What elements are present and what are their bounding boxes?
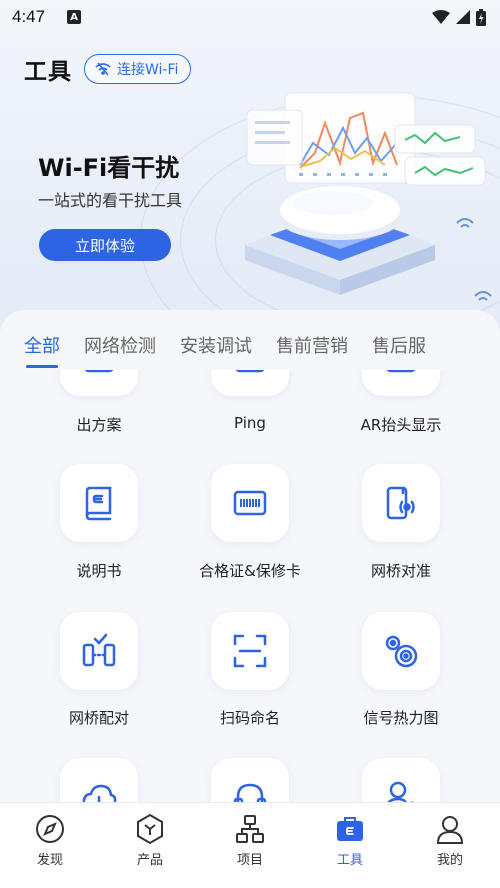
banner-subtitle: 一站式的看干扰工具	[38, 191, 183, 210]
tab-presales[interactable]: 售前营销	[276, 332, 348, 358]
category-tabs: 全部 网络检测 安装调试 售前营销 售后服	[0, 320, 500, 370]
ar-icon	[386, 370, 416, 373]
product-icon	[137, 813, 163, 845]
nav-products[interactable]: 产品	[100, 803, 200, 888]
tool-cloud[interactable]	[60, 758, 138, 802]
headset-icon	[233, 783, 267, 802]
tab-install-debug[interactable]: 安装调试	[180, 332, 252, 358]
tool-scan-name[interactable]	[211, 612, 289, 690]
app-notification-icon: A	[67, 10, 82, 24]
nav-discover[interactable]: 发现	[0, 803, 100, 888]
tab-aftersales[interactable]: 售后服	[372, 332, 426, 358]
connect-wifi-label: 连接Wi-Fi	[117, 62, 179, 78]
ping-icon	[235, 370, 265, 373]
tab-network-check[interactable]: 网络检测	[84, 332, 156, 358]
nav-label: 项目	[236, 853, 263, 868]
scan-icon	[233, 634, 267, 668]
nav-label: 工具	[336, 853, 363, 868]
tool-ping[interactable]	[211, 370, 289, 396]
tool-label: Ping	[234, 414, 266, 432]
connect-wifi-button[interactable]: 连接Wi-Fi	[84, 54, 192, 84]
active-tab-indicator	[26, 365, 58, 368]
tool-label: 网桥配对	[68, 709, 129, 727]
compass-icon	[36, 815, 64, 843]
nav-label: 我的	[436, 853, 463, 868]
cell-signal-icon	[456, 10, 470, 24]
engineer-icon	[387, 781, 415, 802]
hero-banner: 4:47 A 工具 连接Wi-Fi Wi-Fi看干扰 一站式的看干扰工具 立即体…	[0, 0, 500, 360]
plan-icon	[84, 370, 114, 373]
nav-label: 产品	[136, 853, 163, 868]
battery-icon	[476, 8, 486, 26]
tool-bridge-pair[interactable]	[60, 612, 138, 690]
page-title: 工具	[24, 59, 72, 85]
tool-engineer[interactable]	[362, 758, 440, 802]
project-icon	[236, 815, 264, 843]
tool-manual[interactable]	[60, 464, 138, 542]
wifi-off-icon	[95, 62, 111, 76]
tool-label: 扫码命名	[219, 709, 280, 727]
tool-support[interactable]	[211, 758, 289, 802]
status-bar: 4:47 A	[0, 0, 500, 34]
nav-projects[interactable]: 项目	[200, 803, 300, 888]
page-header: 工具 连接Wi-Fi	[24, 52, 192, 86]
tool-label: 网桥对准	[370, 562, 431, 580]
cloud-icon	[82, 784, 117, 802]
nav-mine[interactable]: 我的	[400, 803, 500, 888]
tool-bridge-align[interactable]	[362, 464, 440, 542]
heatmap-icon	[385, 635, 418, 668]
banner-title: Wi-Fi看干扰	[38, 154, 180, 182]
tool-heatmap[interactable]	[362, 612, 440, 690]
bottom-nav: 发现 产品 项目 工具 我的	[0, 802, 500, 888]
nav-tools[interactable]: 工具	[300, 803, 400, 888]
try-now-button[interactable]: 立即体验	[39, 229, 171, 261]
status-time: 4:47	[12, 7, 46, 26]
tool-label: AR抬头显示	[360, 416, 442, 434]
status-icons	[432, 8, 486, 26]
tool-label: 说明书	[76, 562, 122, 580]
router-illustration	[245, 92, 492, 301]
user-icon	[436, 816, 464, 844]
nav-label: 发现	[36, 853, 63, 868]
tools-grid: 出方案 Ping AR抬头显示 说明书 合格证&保修卡 网桥对准 网桥配对 扫码…	[0, 370, 500, 802]
tool-certificate[interactable]	[211, 464, 289, 542]
manual-icon	[85, 486, 112, 521]
tool-label: 合格证&保修卡	[199, 562, 301, 580]
bridge-align-icon	[386, 486, 415, 520]
tab-all[interactable]: 全部	[24, 332, 60, 358]
toolbox-icon	[337, 817, 363, 841]
certificate-icon	[233, 490, 267, 516]
bridge-pair-icon	[82, 633, 116, 667]
tool-label: 出方案	[76, 416, 122, 434]
wifi-signal-icon	[432, 10, 450, 24]
tool-label: 信号热力图	[363, 709, 439, 727]
tool-ar[interactable]	[362, 370, 440, 396]
tool-plan[interactable]	[60, 370, 138, 396]
